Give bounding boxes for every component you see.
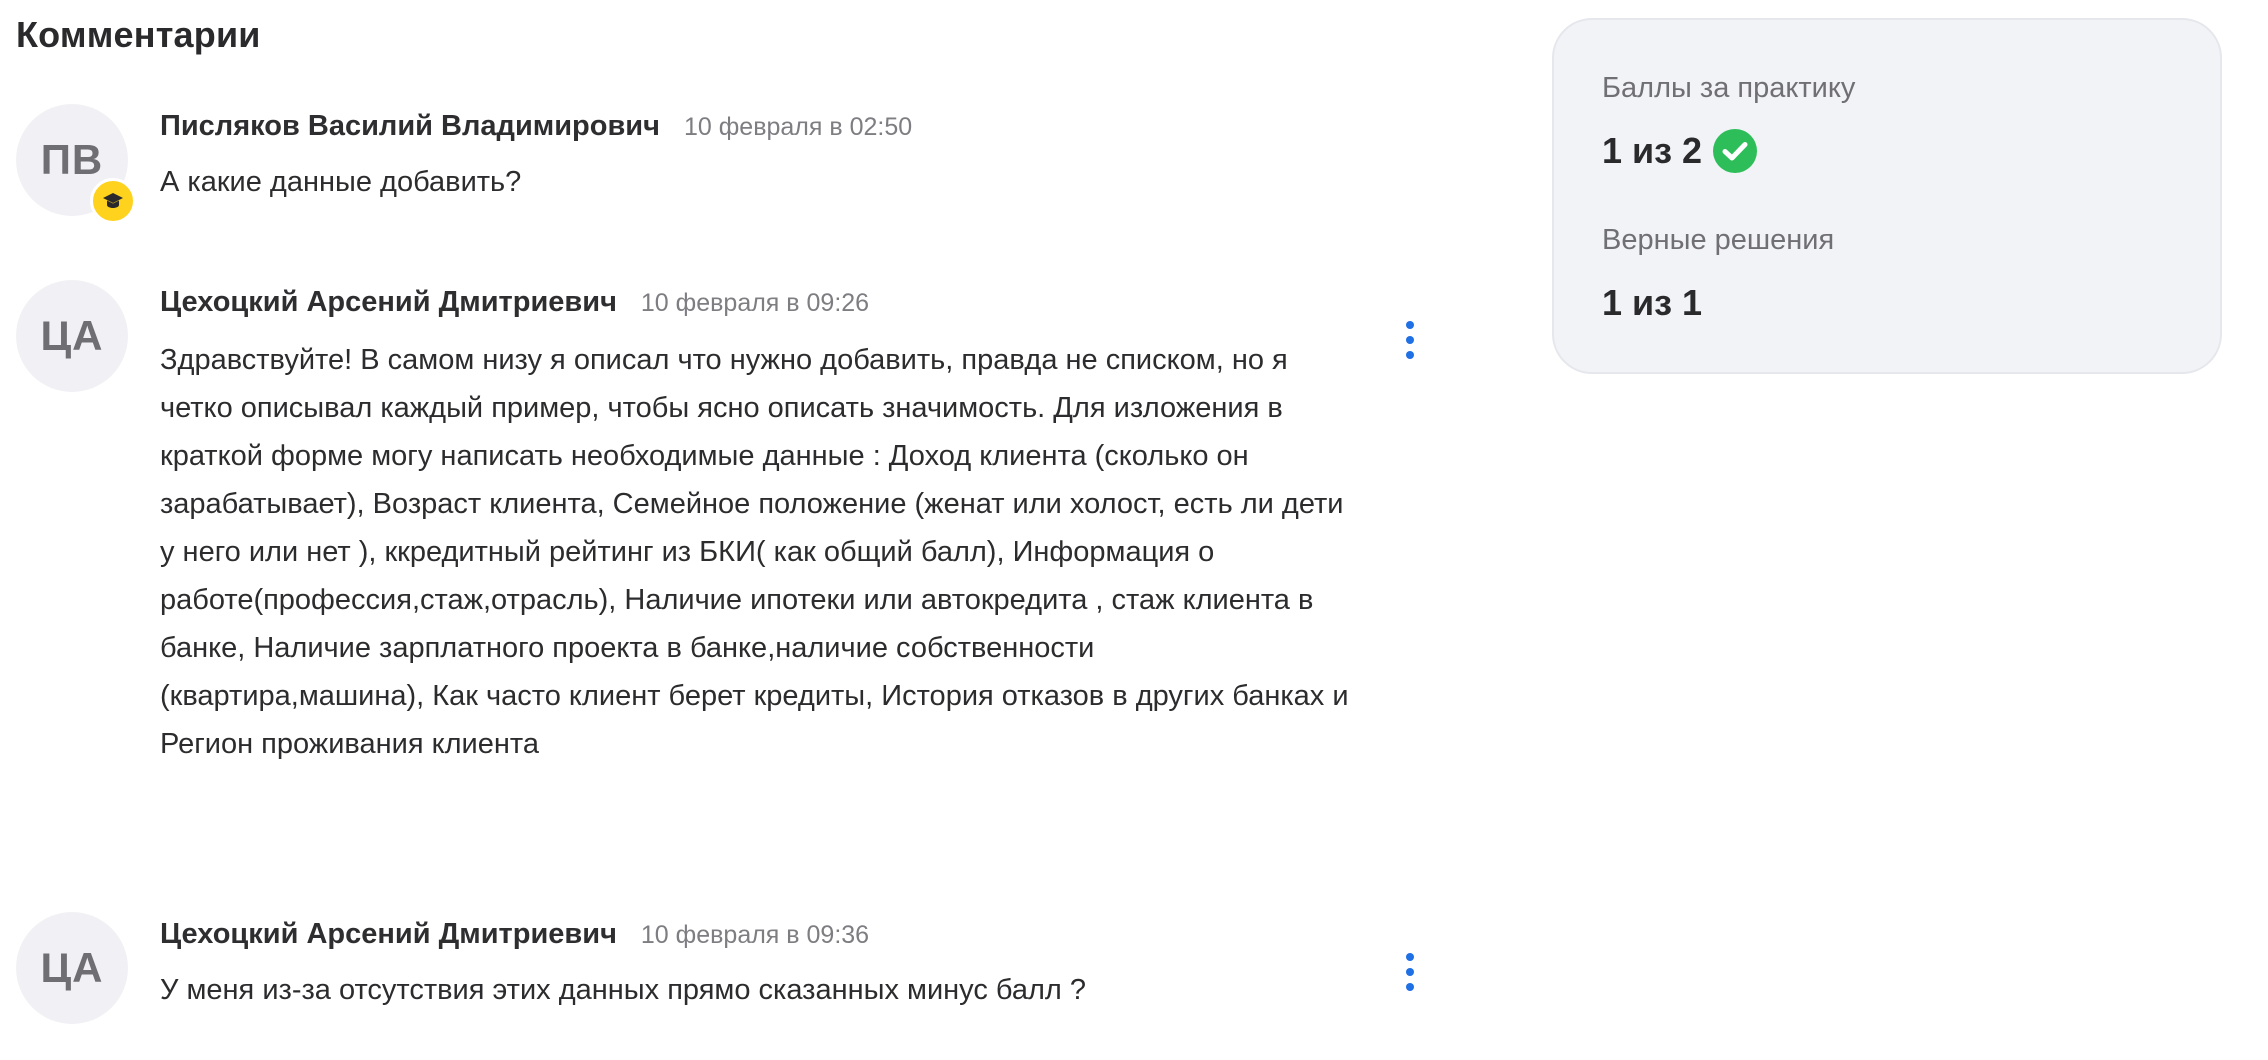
menu-dot (1406, 321, 1414, 329)
comment-body: Цехоцкий Арсений Дмитриевич 10 февраля в… (160, 280, 1360, 768)
check-circle-icon (1712, 128, 1758, 174)
comment-item: ПВ Писляков Василий Владимирович 10 февр… (16, 104, 1416, 224)
correct-solutions-value: 1 из 1 (1602, 282, 1703, 323)
avatar[interactable]: ЦА (16, 912, 128, 1024)
correct-solutions-label: Верные решения (1602, 224, 1835, 256)
comment-time: 10 февраля в 09:36 (640, 921, 870, 949)
comment-text: Здравствуйте! В самом низу я описал что … (160, 344, 1349, 760)
comment-text: А какие данные добавить? (160, 166, 522, 198)
menu-dot (1406, 968, 1414, 976)
avatar-initials: ЦА (40, 312, 104, 359)
comment-body: Писляков Василий Владимирович 10 февраля… (160, 104, 1360, 206)
avatar-initials: ЦА (40, 944, 104, 991)
menu-dot (1406, 336, 1414, 344)
comment-time: 10 февраля в 02:50 (683, 113, 913, 141)
menu-dot (1406, 983, 1414, 991)
practice-score-label: Баллы за практику (1602, 72, 1856, 104)
stats-card: Баллы за практику 1 из 2 Верные решения … (1552, 18, 2222, 374)
comment-header: Цехоцкий Арсений Дмитриевич 10 февраля в… (160, 286, 1360, 326)
menu-dot (1406, 953, 1414, 961)
menu-dot (1406, 351, 1414, 359)
comment-item: ЦА Цехоцкий Арсений Дмитриевич 10 феврал… (16, 280, 1416, 780)
comment-text: У меня из-за отсутствия этих данных прям… (160, 974, 1086, 1006)
comment-time: 10 февраля в 09:26 (640, 289, 870, 317)
comment-header: Цехоцкий Арсений Дмитриевич 10 февраля в… (160, 918, 1360, 958)
avatar-initials: ПВ (40, 136, 104, 183)
more-vertical-icon[interactable] (1390, 944, 1430, 1000)
practice-score-text: 1 из 2 (1602, 130, 1703, 171)
comment-item: ЦА Цехоцкий Арсений Дмитриевич 10 феврал… (16, 912, 1416, 1032)
graduation-cap-icon (90, 178, 136, 224)
page-title: Комментарии (16, 14, 261, 55)
comment-author[interactable]: Писляков Василий Владимирович (160, 110, 660, 143)
avatar[interactable]: ЦА (16, 280, 128, 392)
practice-score-value: 1 из 2 (1602, 128, 1758, 174)
comment-author[interactable]: Цехоцкий Арсений Дмитриевич (160, 918, 617, 951)
comment-body: Цехоцкий Арсений Дмитриевич 10 февраля в… (160, 912, 1360, 1014)
comment-author[interactable]: Цехоцкий Арсений Дмитриевич (160, 286, 617, 319)
more-vertical-icon[interactable] (1390, 312, 1430, 368)
comment-header: Писляков Василий Владимирович 10 февраля… (160, 110, 1360, 150)
